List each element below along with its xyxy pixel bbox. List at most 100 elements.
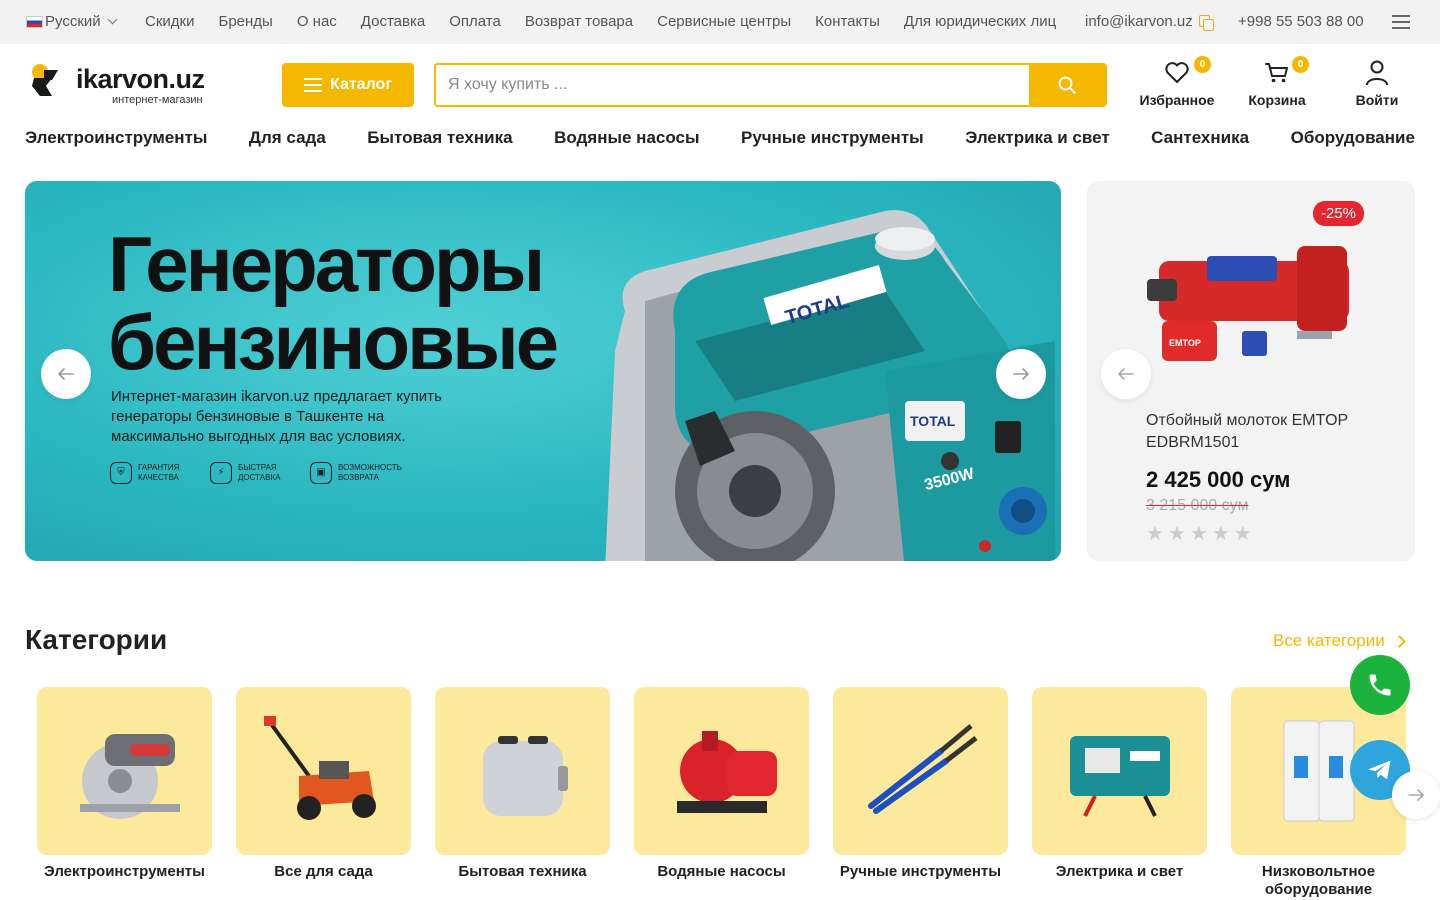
top-link-legal-entities[interactable]: Для юридических лиц	[904, 13, 1056, 30]
banner-brand-text-2: TOTAL	[910, 413, 956, 429]
chevron-down-icon	[107, 14, 118, 25]
star-icon: ★	[1167, 523, 1186, 545]
language-selector[interactable]: Русский	[26, 13, 118, 30]
menu-equipment[interactable]: Оборудование	[1291, 128, 1415, 148]
favorites-label: Избранное	[1139, 92, 1215, 108]
category-label: Электрика и свет	[1055, 863, 1184, 880]
catalog-button[interactable]: Каталог	[282, 63, 414, 107]
generator-image: TOTAL TOTAL 3500W	[605, 210, 1055, 561]
menu-plumbing[interactable]: Сантехника	[1151, 128, 1249, 148]
feature-return: ▣ ВОЗМОЖНОСТЬ ВОЗВРАТА	[310, 462, 402, 484]
telegram-icon	[1368, 760, 1391, 780]
user-icon	[1366, 60, 1388, 86]
top-link-returns[interactable]: Возврат товара	[525, 13, 633, 30]
category-card-hand-tools[interactable]: Ручные инструменты	[833, 687, 1008, 899]
phone-link[interactable]: +998 55 503 88 00	[1238, 13, 1364, 30]
bolt-cutter-icon	[867, 724, 978, 814]
search-bar	[434, 63, 1107, 107]
product-prev-button[interactable]	[1101, 349, 1151, 399]
top-link-discounts[interactable]: Скидки	[145, 13, 194, 30]
category-card-power-tools[interactable]: Электроинструменты	[37, 687, 212, 899]
site-logo[interactable]: ikarvon.uz интернет-магазин	[30, 62, 220, 108]
arrow-right-icon	[1408, 789, 1424, 801]
call-button[interactable]	[1350, 655, 1410, 715]
logo-subtitle: интернет-магазин	[112, 94, 203, 106]
categories-next-button[interactable]	[1392, 771, 1440, 819]
featured-product-card[interactable]: EMTOP -25% Отбойный молоток EMTOP EDBRM1…	[1087, 181, 1415, 561]
search-input[interactable]	[436, 65, 1029, 105]
category-menu: Электроинструменты Для сада Бытовая техн…	[25, 128, 1415, 148]
category-card-electrics[interactable]: Электрика и свет	[1032, 687, 1207, 899]
arrow-left-icon	[1118, 368, 1134, 380]
battery-charger-icon	[1069, 736, 1170, 817]
russia-flag-icon	[26, 15, 43, 28]
copy-icon[interactable]	[1198, 14, 1214, 31]
logo-mark-icon	[32, 64, 58, 96]
search-icon	[1058, 76, 1076, 94]
menu-electrics-light[interactable]: Электрика и свет	[965, 128, 1109, 148]
menu-garden[interactable]: Для сада	[249, 128, 326, 148]
box-icon: ▣	[310, 462, 332, 484]
category-label: Ручные инструменты	[839, 863, 1002, 880]
water-pump-icon	[676, 731, 777, 813]
logo-text: ikarvon.uz	[76, 64, 205, 94]
category-label: Водяные насосы	[657, 863, 786, 880]
top-link-service-centers[interactable]: Сервисные центры	[657, 13, 791, 30]
top-link-contacts[interactable]: Контакты	[815, 13, 880, 30]
product-old-price: 3 215 000 сум	[1146, 497, 1249, 514]
promo-banner[interactable]: TOTAL TOTAL 3500W Генераторы бензиновые …	[25, 181, 1061, 561]
email-link[interactable]: info@ikarvon.uz	[1085, 13, 1214, 31]
favorites-button[interactable]: 0 Избранное	[1138, 56, 1216, 108]
top-nav: Скидки Бренды О нас Доставка Оплата Возв…	[145, 13, 1056, 30]
category-label: Бытовая техника	[458, 863, 587, 880]
all-categories-link[interactable]: Все категории	[1273, 631, 1406, 651]
top-link-about[interactable]: О нас	[297, 13, 337, 30]
cart-label: Корзина	[1248, 92, 1306, 108]
category-card-garden[interactable]: Все для сада	[236, 687, 411, 899]
product-rating: ★ ★ ★ ★ ★	[1146, 521, 1252, 546]
menu-water-pumps[interactable]: Водяные насосы	[554, 128, 699, 148]
banner-features: ⛨ ГАРАНТИЯ КАЧЕСТВА ⚡ БЫСТРАЯ ДОСТАВКА ▣ В…	[110, 462, 402, 484]
hamburger-menu-icon[interactable]	[1392, 15, 1410, 29]
login-button[interactable]: Войти	[1350, 58, 1404, 108]
feature-label: ВОЗВРАТА	[338, 473, 379, 482]
feature-label: ВОЗМОЖНОСТЬ	[338, 463, 402, 472]
top-link-delivery[interactable]: Доставка	[361, 13, 425, 30]
product-name[interactable]: Отбойный молоток EMTOP EDBRM1501	[1146, 410, 1366, 454]
category-label: Все для сада	[274, 863, 373, 880]
menu-appliances[interactable]: Бытовая техника	[367, 128, 512, 148]
chevron-right-icon	[1392, 634, 1406, 648]
feature-label: ДОСТАВКА	[238, 473, 281, 482]
star-icon: ★	[1211, 523, 1230, 545]
shield-icon: ⛨	[110, 462, 132, 484]
product-price: 2 425 000 сум	[1146, 467, 1291, 492]
catalog-label: Каталог	[330, 76, 392, 93]
menu-power-tools[interactable]: Электроинструменты	[25, 128, 207, 148]
banner-next-button[interactable]	[996, 349, 1046, 399]
arrow-right-icon	[1013, 368, 1029, 380]
category-card-pumps[interactable]: Водяные насосы	[634, 687, 809, 899]
top-link-payment[interactable]: Оплата	[449, 13, 501, 30]
feature-label: БЫСТРАЯ	[238, 463, 277, 472]
categories-title: Категории	[25, 624, 168, 655]
heart-icon	[1165, 62, 1189, 83]
top-bar: Русский Скидки Бренды О нас Доставка Опл…	[0, 0, 1440, 44]
feature-delivery: ⚡ БЫСТРАЯ ДОСТАВКА	[210, 462, 290, 484]
top-link-brands[interactable]: Бренды	[218, 13, 272, 30]
cart-button[interactable]: 0 Корзина	[1242, 56, 1312, 108]
circular-saw-icon	[79, 734, 180, 819]
cart-icon	[1265, 63, 1288, 83]
category-label: Электроинструменты	[44, 863, 205, 880]
search-button[interactable]	[1029, 65, 1105, 105]
menu-hand-tools[interactable]: Ручные инструменты	[741, 128, 924, 148]
language-label: Русский	[45, 13, 101, 30]
product-image: EMTOP	[1147, 201, 1361, 391]
email-text: info@ikarvon.uz	[1085, 13, 1193, 30]
star-icon: ★	[1146, 523, 1164, 545]
banner-prev-button[interactable]	[41, 349, 91, 399]
banner-title: Генераторы бензиновые	[108, 225, 628, 381]
favorites-count-badge: 0	[1194, 56, 1211, 73]
category-card-appliances[interactable]: Бытовая техника	[435, 687, 610, 899]
toaster-icon	[482, 736, 568, 816]
star-icon: ★	[1233, 523, 1252, 545]
